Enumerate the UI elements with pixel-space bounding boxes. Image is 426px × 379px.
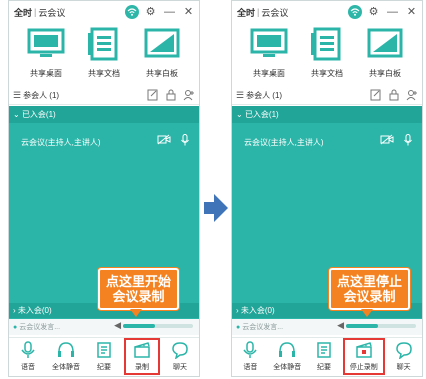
whiteboard-icon [367, 28, 403, 58]
chat-icon [395, 342, 412, 359]
minutes-button[interactable]: 纪要 [89, 341, 119, 372]
mute-all-button[interactable]: 全体静音 [272, 341, 302, 372]
whiteboard-icon [144, 28, 180, 58]
clapperboard-icon [134, 342, 150, 358]
minimize-icon[interactable]: — [162, 4, 177, 19]
brand-name: 全时 [14, 7, 33, 18]
close-icon[interactable]: ✕ [404, 4, 419, 19]
close-icon[interactable]: ✕ [181, 4, 196, 19]
mute-all-button[interactable]: 全体静音 [51, 341, 81, 372]
stop-recording-callout: 点这里停止 会议录制 [329, 268, 411, 317]
document-icon [88, 27, 118, 61]
headset-icon [58, 342, 74, 357]
lock-icon[interactable] [165, 89, 177, 101]
share-whiteboard-button[interactable]: 共享白板 [359, 27, 411, 85]
chat-button[interactable]: 聊天 [389, 341, 419, 372]
volume-slider[interactable] [346, 324, 416, 328]
camera-off-icon[interactable] [157, 134, 171, 145]
title-bar: 全时 | 云会议 ⚙ — ✕ [232, 1, 422, 23]
start-recording-callout: 点这里开始 会议录制 [98, 268, 180, 317]
microphone-icon [243, 341, 257, 358]
chevron-down-icon: ⌄ [13, 110, 22, 119]
volume-slider[interactable] [123, 324, 193, 328]
notes-icon [317, 342, 331, 358]
camera-off-icon[interactable] [380, 134, 394, 145]
stop-recording-button[interactable]: 停止录制 [342, 338, 385, 375]
joined-group[interactable]: ⌄ 已入会(1) [232, 106, 422, 123]
speaker-status-bar: ● 云会议发言... ◀ [9, 319, 199, 335]
app-name: 云会议 [38, 7, 66, 18]
meeting-window-before: 全时 | 云会议 ⚙ — ✕ 共享桌面 共享文档 共享白板 ☰ 参会人 (1) … [8, 0, 200, 377]
arrow-right-icon [204, 194, 228, 222]
edit-icon[interactable] [147, 89, 159, 101]
microphone-icon[interactable] [181, 134, 189, 146]
joined-group[interactable]: ⌄ 已入会(1) [9, 106, 199, 123]
volume-fill [346, 324, 378, 328]
speaker-icon: ◀ [337, 320, 344, 330]
app-name: 云会议 [261, 7, 289, 18]
gear-icon[interactable]: ⚙ [143, 4, 158, 19]
chat-button[interactable]: 聊天 [165, 341, 195, 372]
microphone-icon[interactable] [404, 134, 412, 146]
clapperboard-icon [356, 342, 372, 358]
bottom-toolbar: 语音 全体静音 纪要 录制 聊天 [9, 337, 199, 376]
share-document-button[interactable]: 共享文档 [301, 27, 353, 85]
list-icon: ☰ [236, 90, 245, 100]
chevron-down-icon: ⌄ [236, 110, 245, 119]
bottom-toolbar: 语音 全体静音 纪要 停止录制 聊天 [232, 337, 422, 376]
desktop-icon [27, 28, 65, 57]
network-icon[interactable] [125, 4, 139, 19]
minimize-icon[interactable]: — [385, 4, 400, 19]
microphone-icon: ● [236, 323, 241, 331]
share-document-button[interactable]: 共享文档 [78, 27, 130, 85]
volume-fill [123, 324, 155, 328]
minutes-button[interactable]: 纪要 [309, 341, 339, 372]
record-button[interactable]: 录制 [124, 338, 160, 375]
headset-icon [279, 342, 296, 357]
microphone-icon: ● [13, 323, 18, 331]
list-item[interactable]: 云会议(主持人,主讲人) [9, 133, 199, 151]
desktop-icon [250, 28, 288, 57]
microphone-icon [21, 341, 35, 358]
speaker-icon: ◀ [114, 320, 121, 330]
brand-name: 全时 [237, 7, 256, 18]
participants-header: ☰ 参会人 (1) [232, 87, 422, 105]
share-whiteboard-button[interactable]: 共享白板 [136, 27, 188, 85]
speaker-status-bar: ● 云会议发言... ◀ [232, 319, 422, 335]
gear-icon[interactable]: ⚙ [366, 4, 381, 19]
chat-icon [172, 342, 188, 359]
add-user-icon[interactable] [406, 89, 418, 101]
share-desktop-button[interactable]: 共享桌面 [243, 27, 295, 85]
share-desktop-button[interactable]: 共享桌面 [20, 27, 72, 85]
notes-icon [97, 342, 111, 358]
document-icon [311, 27, 341, 61]
voice-button[interactable]: 语音 [235, 341, 265, 372]
network-icon[interactable] [348, 4, 362, 19]
share-toolbar: 共享桌面 共享文档 共享白板 [232, 27, 422, 85]
list-icon: ☰ [13, 90, 22, 100]
add-user-icon[interactable] [183, 89, 195, 101]
edit-icon[interactable] [370, 89, 382, 101]
meeting-window-after: 全时 | 云会议 ⚙ — ✕ 共享桌面 共享文档 共享白板 ☰ 参会人 (1) … [231, 0, 423, 377]
lock-icon[interactable] [388, 89, 400, 101]
share-toolbar: 共享桌面 共享文档 共享白板 [9, 27, 199, 85]
title-bar: 全时 | 云会议 ⚙ — ✕ [9, 1, 199, 23]
participants-header: ☰ 参会人 (1) [9, 87, 199, 105]
list-item[interactable]: 云会议(主持人,主讲人) [232, 133, 422, 151]
voice-button[interactable]: 语音 [13, 341, 43, 372]
